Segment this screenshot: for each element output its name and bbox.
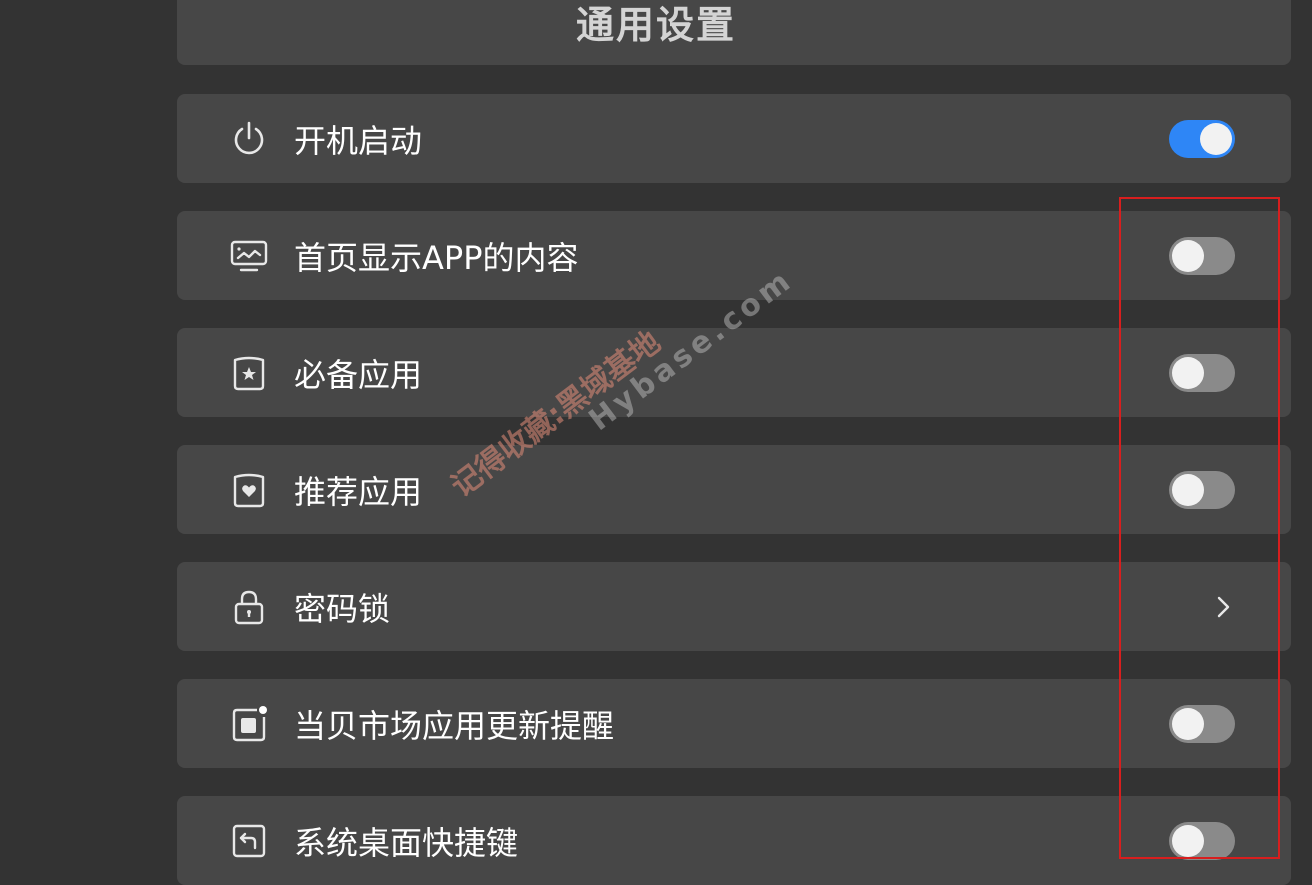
settings-row-label: 密码锁 bbox=[294, 589, 391, 628]
star-shield-icon bbox=[227, 351, 271, 395]
settings-row-label: 系统桌面快捷键 bbox=[294, 823, 519, 862]
toggle-knob bbox=[1200, 122, 1232, 155]
settings-row-label: 推荐应用 bbox=[294, 472, 423, 511]
market-update-reminder-toggle[interactable] bbox=[1169, 704, 1235, 743]
heart-shield-icon bbox=[227, 468, 271, 512]
settings-row-label: 当贝市场应用更新提醒 bbox=[294, 706, 615, 745]
settings-row-home-app-content[interactable]: 首页显示APP的内容 bbox=[177, 211, 1291, 300]
settings-row-market-update-reminder[interactable]: 当贝市场应用更新提醒 bbox=[177, 679, 1291, 768]
toggle-knob bbox=[1172, 707, 1204, 740]
settings-row-desktop-shortcut[interactable]: 系统桌面快捷键 bbox=[177, 796, 1291, 885]
page-title: 通用设置 bbox=[575, 3, 736, 47]
recommended-apps-toggle[interactable] bbox=[1169, 470, 1235, 509]
toggle-knob bbox=[1172, 473, 1204, 506]
toggle-knob bbox=[1172, 239, 1204, 272]
settings-row-recommended-apps[interactable]: 推荐应用 bbox=[177, 445, 1291, 534]
settings-row-boot-start[interactable]: 开机启动 bbox=[177, 94, 1291, 183]
boot-start-toggle[interactable] bbox=[1169, 119, 1235, 158]
notification-square-icon bbox=[227, 702, 271, 746]
lock-icon bbox=[227, 585, 271, 629]
monitor-chart-icon bbox=[227, 234, 271, 278]
toggle-knob bbox=[1172, 824, 1204, 857]
home-app-content-toggle[interactable] bbox=[1169, 236, 1235, 275]
settings-row-password-lock[interactable]: 密码锁 bbox=[177, 562, 1291, 651]
settings-row-label: 开机启动 bbox=[294, 121, 423, 160]
shortcut-back-icon bbox=[227, 819, 271, 863]
toggle-knob bbox=[1172, 356, 1204, 389]
power-icon bbox=[227, 117, 271, 161]
settings-row-label: 必备应用 bbox=[294, 355, 423, 394]
chevron-right-icon bbox=[1211, 595, 1235, 619]
desktop-shortcut-toggle[interactable] bbox=[1169, 821, 1235, 860]
essential-apps-toggle[interactable] bbox=[1169, 353, 1235, 392]
settings-row-label: 首页显示APP的内容 bbox=[294, 238, 579, 277]
settings-row-essential-apps[interactable]: 必备应用 bbox=[177, 328, 1291, 417]
